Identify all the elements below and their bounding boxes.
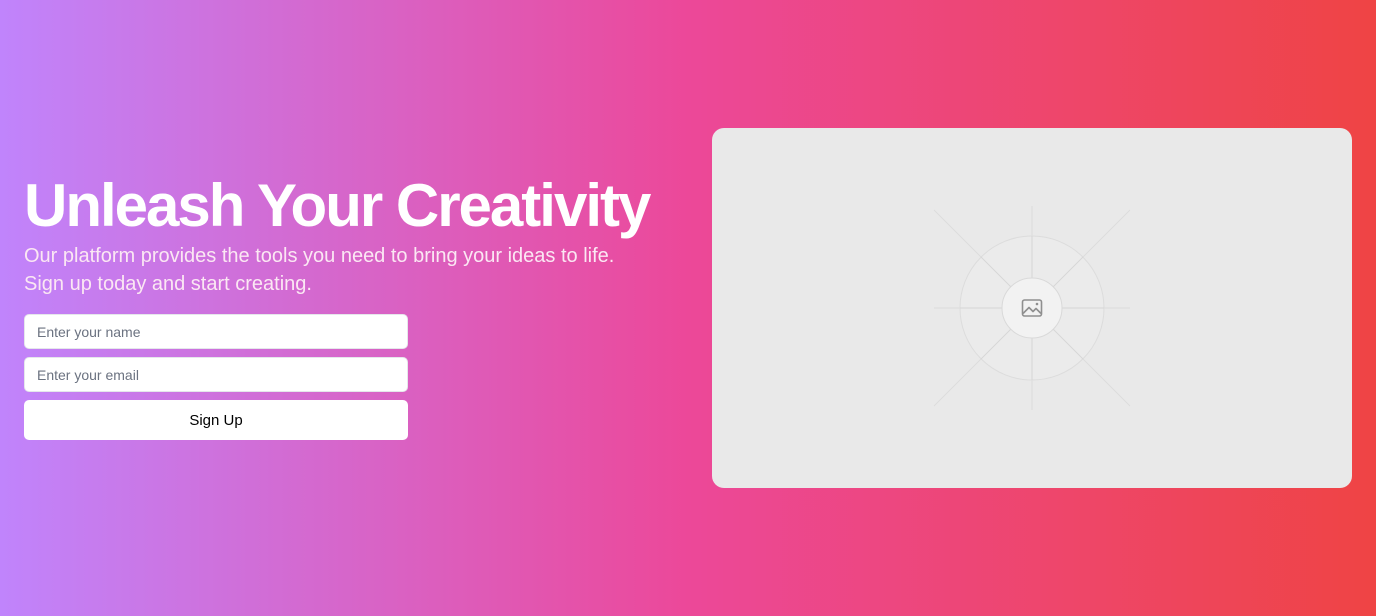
hero-subtext: Our platform provides the tools you need… (24, 245, 615, 295)
name-input[interactable] (24, 314, 408, 349)
email-input[interactable] (24, 357, 408, 392)
hero-headline: Unleash Your Creativity (24, 172, 651, 239)
hero-section: Unleash Your Creativity Our platform pro… (0, 0, 1376, 616)
sign-up-button[interactable]: Sign Up (24, 400, 408, 440)
hero-image-placeholder (712, 128, 1352, 488)
placeholder-graphic (933, 206, 1131, 410)
hero-content: Unleash Your Creativity Our platform pro… (24, 170, 664, 440)
signup-form: Sign Up (24, 314, 408, 440)
